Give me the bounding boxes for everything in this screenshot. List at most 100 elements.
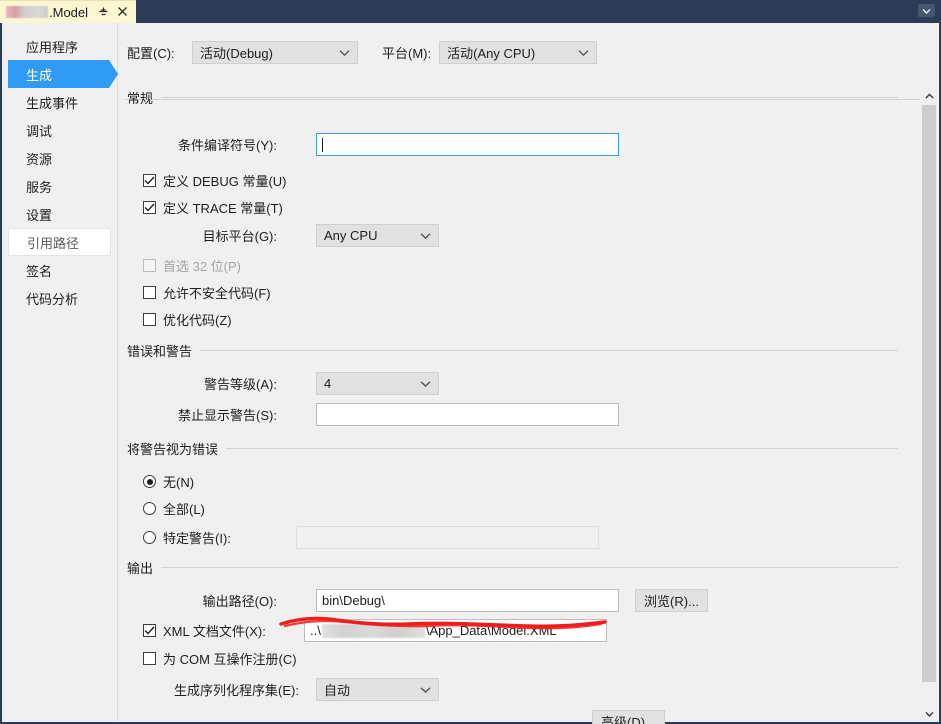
define-debug-label: 定义 DEBUG 常量(U)	[163, 174, 287, 189]
define-debug-row[interactable]: 定义 DEBUG 常量(U)	[143, 171, 287, 190]
define-debug-checkbox[interactable]	[143, 174, 156, 187]
output-group-header: 输出	[127, 558, 898, 577]
allow-unsafe-checkbox[interactable]	[143, 286, 156, 299]
treat-warnings-group-header: 将警告视为错误	[127, 439, 898, 458]
com-interop-row[interactable]: 为 COM 互操作注册(C)	[143, 649, 297, 668]
target-platform-label: 目标平台(G):	[202, 229, 277, 244]
sidebar-item-label: 服务	[26, 179, 53, 195]
warnings-specific-radio[interactable]	[143, 531, 156, 544]
sidebar-item-debug[interactable]: 调试	[8, 116, 111, 144]
output-path-input[interactable]: bin\Debug\	[316, 589, 619, 612]
warnings-specific-label: 特定警告(I):	[163, 531, 231, 546]
title-bar: .Model	[0, 0, 941, 23]
sidebar-item-resources[interactable]: 资源	[8, 144, 111, 172]
allow-unsafe-row[interactable]: 允许不安全代码(F)	[143, 283, 271, 302]
document-tab[interactable]: .Model	[0, 0, 137, 23]
conditional-symbols-input[interactable]	[316, 133, 619, 156]
output-path-row: 输出路径(O): bin\Debug\ 浏览(R)...	[159, 589, 708, 612]
sidebar-item-signing[interactable]: 签名	[8, 256, 111, 284]
chevron-down-icon	[420, 232, 431, 239]
xml-doc-path-prefix: ..\	[310, 623, 321, 638]
define-trace-label: 定义 TRACE 常量(T)	[163, 201, 283, 216]
suppress-warnings-row: 禁止显示警告(S):	[159, 403, 619, 426]
serialization-assembly-row: 生成序列化程序集(E): 自动	[159, 678, 439, 701]
tab-title-label: .Model	[49, 4, 89, 20]
sidebar-item-label: 应用程序	[26, 39, 79, 55]
suppress-warnings-input[interactable]	[316, 403, 619, 426]
serialization-assembly-value: 自动	[324, 683, 351, 698]
xml-doc-row: XML 文档文件(X): ..\ \App_Data\Model.XML	[143, 619, 607, 642]
configuration-select[interactable]: 活动(Debug)	[192, 41, 358, 64]
scroll-up-button[interactable]	[921, 87, 938, 104]
warnings-none-label: 无(N)	[163, 475, 195, 490]
scroll-down-button[interactable]	[921, 705, 938, 722]
warning-level-row: 警告等级(A): 4	[159, 372, 439, 395]
xml-doc-path-suffix: \App_Data\Model.XML	[425, 623, 557, 638]
sidebar-item-settings[interactable]: 设置	[8, 200, 111, 228]
sidebar-item-label: 生成事件	[26, 95, 79, 111]
output-group-title: 输出	[127, 561, 154, 576]
sidebar-item-label: 生成	[26, 67, 53, 83]
serialization-assembly-label: 生成序列化程序集(E):	[174, 683, 299, 698]
group-divider	[200, 350, 898, 351]
conditional-symbols-row: 条件编译符号(Y):	[159, 133, 619, 156]
group-divider	[161, 567, 898, 568]
allow-unsafe-label: 允许不安全代码(F)	[163, 286, 271, 301]
project-properties-window: .Model 应用程序 生成 生成事件 调试 资源 服务 设置 引用路径 签名 …	[0, 0, 941, 724]
sidebar-item-label: 引用路径	[27, 235, 80, 251]
xml-doc-input[interactable]: ..\ \App_Data\Model.XML	[304, 619, 607, 642]
sidebar-item-label: 调试	[26, 123, 53, 139]
warning-level-select[interactable]: 4	[316, 372, 439, 395]
define-trace-checkbox[interactable]	[143, 201, 156, 214]
chevron-down-icon	[420, 380, 431, 387]
chevron-down-icon	[339, 49, 350, 56]
warnings-none-row[interactable]: 无(N)	[143, 472, 194, 491]
sidebar-item-application[interactable]: 应用程序	[8, 32, 111, 60]
general-group-title: 常规	[127, 91, 154, 106]
optimize-code-checkbox[interactable]	[143, 313, 156, 326]
warnings-all-label: 全部(L)	[163, 502, 205, 517]
warnings-all-radio[interactable]	[143, 502, 156, 515]
group-divider	[226, 448, 898, 449]
vertical-scrollbar[interactable]	[921, 87, 938, 722]
warnings-none-radio[interactable]	[143, 475, 156, 488]
xml-doc-path-redaction	[321, 623, 425, 638]
warnings-all-row[interactable]: 全部(L)	[143, 499, 205, 518]
sidebar-item-reference-paths[interactable]: 引用路径	[8, 228, 111, 256]
serialization-assembly-select[interactable]: 自动	[316, 678, 439, 701]
sidebar-item-label: 资源	[26, 151, 53, 167]
category-sidebar: 应用程序 生成 生成事件 调试 资源 服务 设置 引用路径 签名 代码分析	[2, 23, 118, 722]
errors-warnings-group-header: 错误和警告	[127, 341, 898, 360]
configuration-row: 配置(C): 活动(Debug) 平台(M): 活动(Any CPU)	[127, 41, 598, 64]
warnings-specific-row[interactable]: 特定警告(I):	[143, 526, 599, 549]
close-icon[interactable]	[117, 6, 128, 19]
scrollbar-thumb[interactable]	[922, 105, 936, 682]
conditional-symbols-label: 条件编译符号(Y):	[178, 138, 277, 153]
target-platform-select[interactable]: Any CPU	[316, 224, 439, 247]
chevron-down-icon	[420, 686, 431, 693]
scrollbar-track[interactable]	[921, 104, 938, 705]
xml-doc-label: XML 文档文件(X):	[163, 624, 266, 639]
optimize-code-row[interactable]: 优化代码(Z)	[143, 310, 232, 329]
define-trace-row[interactable]: 定义 TRACE 常量(T)	[143, 198, 283, 217]
sidebar-item-code-analysis[interactable]: 代码分析	[8, 284, 111, 312]
output-path-label: 输出路径(O):	[202, 594, 277, 609]
chevron-down-icon[interactable]	[918, 4, 935, 17]
sidebar-item-label: 签名	[26, 263, 53, 279]
sidebar-item-build-events[interactable]: 生成事件	[8, 88, 111, 116]
sidebar-item-build[interactable]: 生成	[8, 60, 118, 88]
target-platform-value: Any CPU	[324, 228, 378, 243]
advanced-button[interactable]: 高级(D)...	[592, 710, 665, 724]
treat-warnings-group-title: 将警告视为错误	[127, 442, 219, 457]
platform-select[interactable]: 活动(Any CPU)	[439, 41, 598, 64]
com-interop-checkbox[interactable]	[143, 652, 156, 665]
sidebar-item-services[interactable]: 服务	[8, 172, 111, 200]
xml-doc-checkbox[interactable]	[143, 624, 156, 637]
platform-label: 平台(M):	[382, 46, 432, 61]
pin-icon[interactable]	[98, 6, 109, 19]
browse-button[interactable]: 浏览(R)...	[635, 589, 708, 612]
group-divider	[161, 97, 898, 98]
prefer-32bit-row: 首选 32 位(P)	[143, 256, 241, 275]
build-settings-pane: 配置(C): 活动(Debug) 平台(M): 活动(Any CPU) 常规 条…	[119, 23, 939, 724]
chevron-down-icon	[578, 49, 589, 56]
